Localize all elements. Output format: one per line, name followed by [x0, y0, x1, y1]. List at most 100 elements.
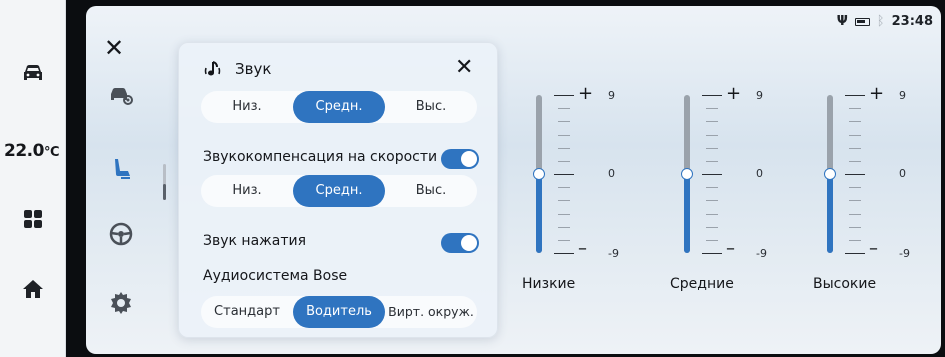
- eq-plus-sign: +: [869, 83, 885, 104]
- speed-comp-toggle[interactable]: [441, 149, 479, 169]
- main-screen: Ψ ᛒ 23:48 ✕ Звук ✕ Низ. Средн. Выс. Звук…: [86, 6, 941, 354]
- eq-scale-tick: [706, 187, 718, 189]
- grid-icon[interactable]: [20, 206, 46, 232]
- eq-scale-tick: [558, 108, 570, 110]
- eq-slider-knob[interactable]: [824, 168, 836, 180]
- left-system-bar: 22.0°C: [0, 0, 66, 357]
- eq-scale-tick: [706, 200, 718, 202]
- eq-minus-sign: –: [726, 238, 735, 259]
- bluetooth-icon: ᛒ: [876, 14, 885, 29]
- eq-scale-tick: [554, 95, 574, 96]
- speed-comp-selector: Низ. Средн. Выс.: [201, 175, 477, 207]
- eq-scale-tick: [558, 187, 570, 189]
- battery-icon: [854, 17, 870, 26]
- eq-band-label: Высокие: [813, 276, 877, 292]
- eq-band-treble: + – 9 0 -9 Высокие: [813, 85, 941, 293]
- eq-minus-sign: –: [869, 238, 878, 259]
- option-mid[interactable]: Средн.: [293, 175, 385, 207]
- option-driver[interactable]: Водитель: [293, 296, 385, 328]
- eq-max-label: 9: [899, 89, 906, 102]
- eq-scale-tick: [849, 200, 861, 202]
- eq-zero-label: 0: [899, 167, 906, 180]
- eq-scale-tick: [702, 174, 722, 175]
- eq-slider-fill: [536, 174, 542, 253]
- eq-band-label: Средние: [670, 276, 734, 292]
- speed-comp-label: Звукокомпенсация на скорости: [203, 149, 438, 165]
- eq-scale-tick: [849, 134, 861, 136]
- eq-zero-label: 0: [756, 167, 763, 180]
- option-high[interactable]: Выс.: [385, 175, 477, 207]
- eq-scale-tick: [558, 200, 570, 202]
- sound-panel: Звук ✕ Низ. Средн. Выс. Звукокомпенсация…: [178, 42, 498, 338]
- key-sound-toggle[interactable]: [441, 233, 479, 253]
- eq-band-label: Низкие: [522, 276, 576, 292]
- option-standard[interactable]: Стандарт: [201, 296, 293, 328]
- close-icon[interactable]: ✕: [455, 55, 473, 80]
- usb-icon: Ψ: [836, 14, 848, 29]
- eq-scale-tick: [706, 134, 718, 136]
- eq-slider-knob[interactable]: [681, 168, 693, 180]
- eq-scale-tick: [849, 160, 861, 162]
- eq-scale-tick: [845, 174, 865, 175]
- temperature-readout[interactable]: 22.0°C: [4, 141, 60, 161]
- eq-scale-tick: [845, 95, 865, 96]
- eq-slider-knob[interactable]: [533, 168, 545, 180]
- key-sound-label: Звук нажатия: [203, 233, 307, 249]
- option-mid[interactable]: Средн.: [293, 91, 385, 123]
- close-icon[interactable]: ✕: [104, 34, 124, 62]
- eq-min-label: -9: [756, 247, 767, 260]
- seat-icon[interactable]: [108, 156, 134, 182]
- clock-time: 23:48: [891, 14, 933, 29]
- eq-scale-tick: [849, 121, 861, 123]
- eq-scale-tick: [702, 253, 722, 254]
- eq-scale-tick: [849, 108, 861, 110]
- eq-max-label: 9: [608, 89, 615, 102]
- gear-icon[interactable]: [108, 290, 134, 316]
- menu-scrollbar[interactable]: [163, 164, 166, 200]
- bose-mode-selector: Стандарт Водитель Вирт. окруж.: [201, 296, 477, 328]
- eq-scale-tick: [849, 147, 861, 149]
- option-low[interactable]: Низ.: [201, 91, 293, 123]
- eq-scale-tick: [554, 174, 574, 175]
- eq-scale-tick: [849, 226, 861, 228]
- option-low[interactable]: Низ.: [201, 175, 293, 207]
- eq-scale-tick: [558, 160, 570, 162]
- option-high[interactable]: Выс.: [385, 91, 477, 123]
- eq-scale-tick: [558, 147, 570, 149]
- eq-plus-sign: +: [578, 83, 594, 104]
- eq-scale-tick: [706, 147, 718, 149]
- eq-minus-sign: –: [578, 238, 587, 259]
- eq-scale-tick: [706, 121, 718, 123]
- option-virtual-surround[interactable]: Вирт. окруж.: [385, 296, 477, 328]
- eq-plus-sign: +: [726, 83, 742, 104]
- eq-scale-tick: [849, 213, 861, 215]
- car-icon[interactable]: [20, 60, 46, 86]
- panel-title: Звук: [235, 60, 272, 78]
- eq-zero-label: 0: [608, 167, 615, 180]
- eq-max-label: 9: [756, 89, 763, 102]
- eq-scale-tick: [554, 253, 574, 254]
- eq-scale-tick: [845, 253, 865, 254]
- eq-band-mid: + – 9 0 -9 Средние: [670, 85, 808, 293]
- eq-scale-tick: [706, 239, 718, 241]
- eq-scale-tick: [558, 239, 570, 241]
- eq-scale-tick: [706, 108, 718, 110]
- eq-min-label: -9: [899, 247, 910, 260]
- eq-min-label: -9: [608, 247, 619, 260]
- eq-band-bass: + – 9 0 -9 Низкие: [522, 85, 660, 293]
- sound-icon: [203, 58, 225, 80]
- eq-scale-tick: [558, 121, 570, 123]
- eq-scale-tick: [702, 95, 722, 96]
- eq-slider-fill: [827, 174, 833, 253]
- eq-scale-tick: [706, 226, 718, 228]
- status-bar: Ψ ᛒ 23:48: [837, 14, 933, 29]
- bose-label: Аудиосистема Bose: [203, 268, 348, 284]
- eq-scale-tick: [849, 187, 861, 189]
- eq-scale-tick: [706, 213, 718, 215]
- car-settings-icon[interactable]: [108, 81, 134, 107]
- home-icon[interactable]: [20, 276, 46, 302]
- eq-scale-tick: [849, 239, 861, 241]
- steering-wheel-icon[interactable]: [108, 221, 134, 247]
- eq-scale-tick: [558, 134, 570, 136]
- eq-slider-fill: [684, 174, 690, 253]
